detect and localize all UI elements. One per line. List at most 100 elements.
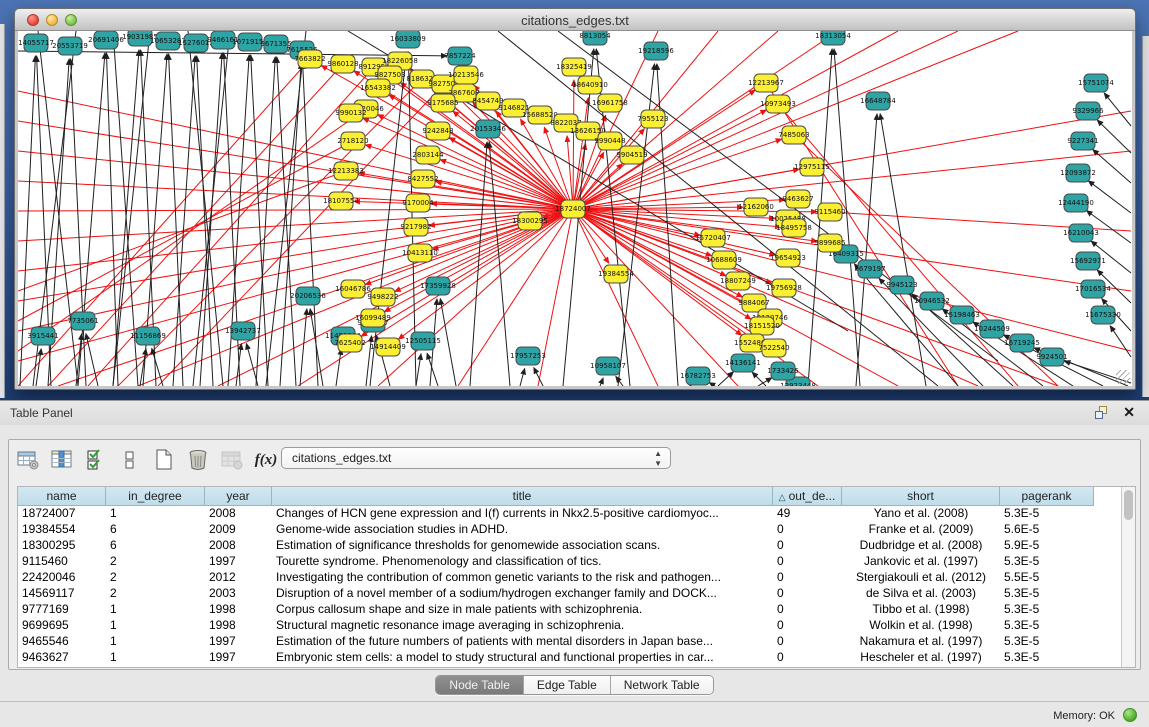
network-node[interactable]: 20553719 bbox=[52, 37, 88, 55]
network-node[interactable]: 9860128 bbox=[327, 55, 358, 73]
network-node[interactable]: 18807249 bbox=[720, 272, 756, 290]
network-node[interactable]: 12213967 bbox=[748, 74, 784, 92]
table-row[interactable]: 969969511998Structural magnetic resonanc… bbox=[18, 618, 1123, 634]
network-node[interactable]: 7735061 bbox=[67, 312, 98, 330]
float-panel-icon[interactable] bbox=[1095, 406, 1109, 420]
table-scrollbar-thumb[interactable] bbox=[1124, 490, 1133, 520]
tab-edge-table[interactable]: Edge Table bbox=[524, 676, 611, 694]
network-canvas[interactable]: 1405571720553719206914061903198510653287… bbox=[18, 31, 1132, 386]
network-node[interactable]: 20206536 bbox=[290, 287, 326, 305]
network-node[interactable]: 20691406 bbox=[88, 31, 124, 49]
network-node[interactable]: 17016534 bbox=[1075, 280, 1111, 298]
select-rows-icon[interactable] bbox=[83, 447, 109, 473]
network-node[interactable]: 18640910 bbox=[572, 76, 608, 94]
network-node[interactable]: 10413110 bbox=[402, 244, 438, 262]
network-node[interactable]: 12093872 bbox=[1060, 164, 1096, 182]
network-node[interactable]: 7522540 bbox=[758, 339, 789, 357]
import-table-disabled-icon[interactable] bbox=[219, 447, 245, 473]
network-graph[interactable]: 1405571720553719206914061903198510653287… bbox=[18, 31, 1132, 386]
network-node[interactable]: 16648784 bbox=[860, 92, 896, 110]
column-header-in-degree[interactable]: in_degree bbox=[106, 487, 205, 506]
network-node[interactable]: 11156869 bbox=[130, 327, 166, 345]
network-node[interactable]: 12213383 bbox=[328, 162, 364, 180]
network-node[interactable]: 9899685 bbox=[814, 234, 845, 252]
table-row[interactable]: 977716911998Corpus callosum shape and si… bbox=[18, 602, 1123, 618]
network-node[interactable]: 7663822 bbox=[294, 50, 325, 68]
network-node[interactable]: 12505115 bbox=[405, 332, 441, 350]
network-node[interactable]: 15692971 bbox=[1070, 252, 1106, 270]
network-node[interactable]: 8427552 bbox=[407, 170, 438, 188]
network-node[interactable]: 10688609 bbox=[706, 251, 742, 269]
network-node[interactable]: 19384554 bbox=[598, 265, 634, 283]
right-panel-edge[interactable] bbox=[1142, 36, 1149, 397]
column-header-out-de-[interactable]: △out_de... bbox=[773, 487, 842, 506]
table-row[interactable]: 2242004622012Investigating the contribut… bbox=[18, 570, 1123, 586]
network-node[interactable]: 8679197 bbox=[854, 260, 885, 278]
table-settings-icon[interactable] bbox=[15, 447, 41, 473]
network-node[interactable]: 18107554 bbox=[323, 192, 359, 210]
network-node[interactable]: 17359928 bbox=[420, 277, 456, 295]
window-titlebar[interactable]: citations_edges.txt bbox=[15, 9, 1135, 31]
network-node[interactable]: 1733426 bbox=[767, 362, 799, 380]
network-node[interactable]: 9990132 bbox=[335, 104, 366, 122]
network-node[interactable]: 13942737 bbox=[225, 322, 261, 340]
network-node[interactable]: 9945123 bbox=[886, 276, 917, 294]
column-header-short[interactable]: short bbox=[842, 487, 1000, 506]
column-header-title[interactable]: title bbox=[272, 487, 773, 506]
network-node[interactable]: 10958107 bbox=[590, 357, 626, 375]
network-node[interactable]: 9217982 bbox=[400, 218, 431, 236]
network-node[interactable]: 8813054 bbox=[579, 31, 611, 45]
table-scrollbar[interactable] bbox=[1121, 487, 1135, 667]
network-node[interactable]: 12444190 bbox=[1058, 194, 1094, 212]
table-selector-dropdown[interactable]: citations_edges.txt ▲▼ bbox=[281, 447, 671, 469]
show-columns-icon[interactable] bbox=[49, 447, 75, 473]
network-node[interactable]: 9175685 bbox=[427, 94, 458, 112]
network-node[interactable]: 9498222 bbox=[367, 288, 398, 306]
network-node[interactable]: 2803144 bbox=[412, 146, 444, 164]
network-node[interactable]: 14136141 bbox=[725, 354, 761, 372]
network-node[interactable]: 9115460 bbox=[814, 203, 845, 221]
network-node[interactable]: 7625402 bbox=[334, 334, 365, 352]
network-node[interactable]: 9904519 bbox=[616, 146, 647, 164]
network-node[interactable]: 9242848 bbox=[422, 122, 453, 140]
network-node[interactable]: 7955123 bbox=[637, 110, 668, 128]
network-node[interactable]: 7485063 bbox=[778, 126, 809, 144]
network-node[interactable]: 16033809 bbox=[390, 31, 426, 48]
row-height-icon[interactable] bbox=[117, 447, 143, 473]
network-node[interactable]: 9329966 bbox=[1072, 102, 1104, 120]
network-node[interactable]: 18325419 bbox=[556, 58, 592, 76]
network-node[interactable]: 14914409 bbox=[370, 338, 406, 356]
left-panel-edge[interactable] bbox=[0, 24, 5, 398]
network-node[interactable]: 19218596 bbox=[638, 42, 674, 60]
table-row[interactable]: 1872400712008Changes of HCN gene express… bbox=[18, 506, 1123, 522]
close-panel-icon[interactable]: ✕ bbox=[1123, 404, 1135, 421]
function-builder-icon[interactable]: f(x) bbox=[253, 447, 279, 473]
network-node[interactable]: 16046786 bbox=[335, 280, 371, 298]
network-node[interactable]: 19654923 bbox=[770, 249, 806, 267]
network-node[interactable]: 16782753 bbox=[680, 367, 716, 385]
network-node[interactable]: 2718120 bbox=[337, 132, 368, 150]
network-node[interactable]: 3915441 bbox=[27, 327, 58, 345]
network-node[interactable]: 16961758 bbox=[592, 94, 628, 112]
network-node[interactable]: 9227341 bbox=[1067, 132, 1098, 150]
tab-network-table[interactable]: Network Table bbox=[611, 676, 713, 694]
table-row[interactable]: 1938455462009Genome-wide association stu… bbox=[18, 522, 1123, 538]
window-resize-grip[interactable] bbox=[1116, 370, 1130, 384]
column-header-name[interactable]: name bbox=[18, 487, 106, 506]
column-header-pagerank[interactable]: pagerank bbox=[1000, 487, 1094, 506]
table-row[interactable]: 946554611997Estimation of the future num… bbox=[18, 634, 1123, 650]
delete-column-icon[interactable] bbox=[185, 447, 211, 473]
table-row[interactable]: 1830029562008Estimation of significance … bbox=[18, 538, 1123, 554]
network-node[interactable]: 15198463 bbox=[944, 306, 980, 324]
network-node[interactable]: 16719245 bbox=[1004, 334, 1040, 352]
table-row[interactable]: 911546021997Tourette syndrome. Phenomeno… bbox=[18, 554, 1123, 570]
column-header-year[interactable]: year bbox=[205, 487, 272, 506]
network-node[interactable]: 9990448 bbox=[594, 132, 625, 150]
tab-node-table[interactable]: Node Table bbox=[436, 676, 524, 694]
network-node[interactable]: 9170004 bbox=[402, 194, 434, 212]
network-node[interactable]: 15751074 bbox=[1078, 74, 1114, 92]
network-node[interactable]: 9463627 bbox=[782, 190, 813, 208]
network-node[interactable]: 9924501 bbox=[1036, 348, 1067, 366]
table-row[interactable]: 1456911722003Disruption of a novel membe… bbox=[18, 586, 1123, 602]
network-node[interactable]: 10946532 bbox=[914, 292, 950, 310]
